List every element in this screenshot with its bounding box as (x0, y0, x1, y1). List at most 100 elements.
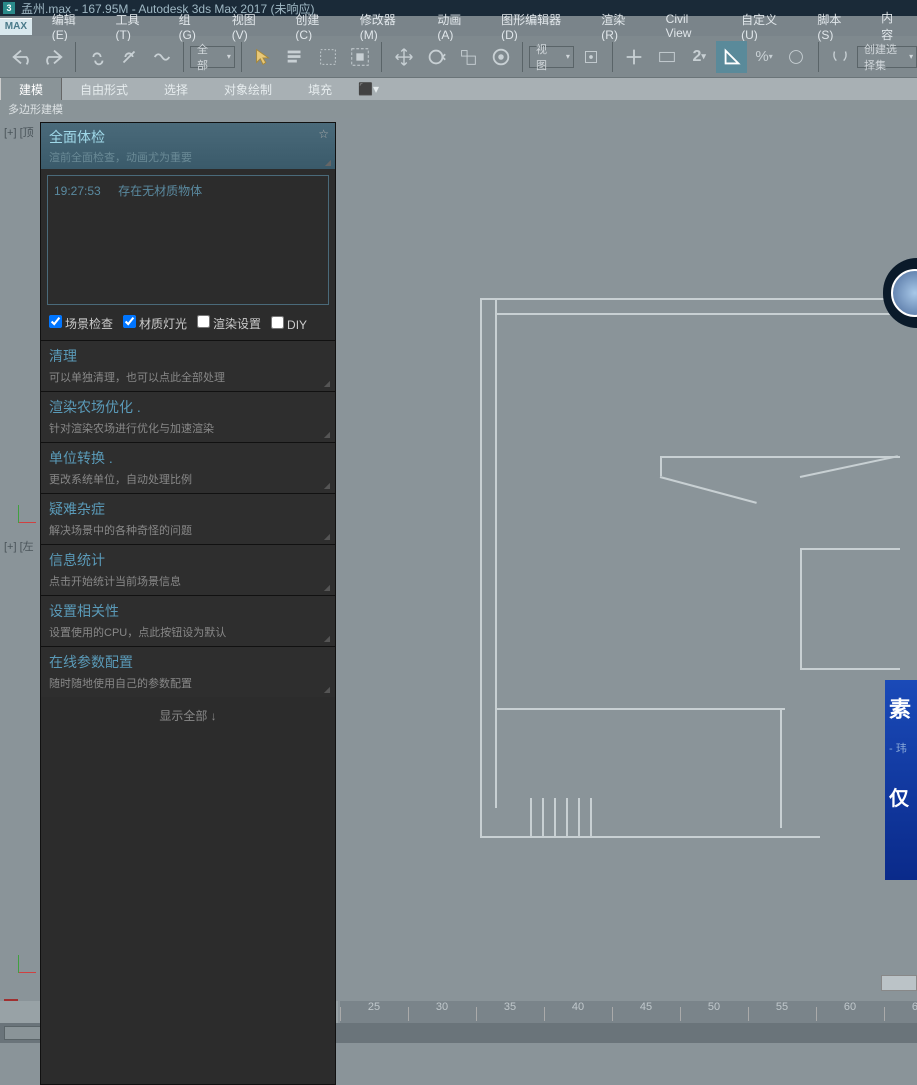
expand-triangle-icon: ◢ (324, 430, 330, 439)
section-stats[interactable]: 信息统计 点击开始统计当前场景信息 ◢ (41, 544, 335, 595)
main-toolbar: 全部 视图 2▾ %▾ 创建选择集 (0, 36, 917, 78)
menu-animation[interactable]: 动画(A) (425, 11, 489, 42)
log-output: 19:27:53 存在无材质物体 (47, 175, 329, 305)
select-manipulate-button[interactable] (619, 41, 649, 73)
ribbon-tabs: 建模 自由形式 选择 对象绘制 填充 ⬛▾ (0, 78, 917, 100)
use-pivot-center-button[interactable] (576, 41, 606, 73)
section-desc: 随时随地使用自己的参数配置 (49, 675, 327, 691)
ribbon-tab-object-paint[interactable]: 对象绘制 (206, 78, 290, 100)
ruler-tick: 30 (408, 1001, 476, 1023)
keyboard-shortcut-button[interactable] (652, 41, 682, 73)
check-scene-box[interactable] (49, 315, 62, 328)
menu-modifiers[interactable]: 修改器(M) (348, 11, 426, 42)
menu-civil-view[interactable]: Civil View (654, 12, 729, 40)
promo-text-1: 素 (889, 692, 913, 724)
time-ruler[interactable]: 25 30 35 40 45 50 55 60 65 (340, 1001, 917, 1023)
bind-space-warp-button[interactable] (147, 41, 177, 73)
section-title: 设置相关性 (49, 601, 327, 621)
menu-customize[interactable]: 自定义(U) (729, 11, 805, 42)
undo-button[interactable] (6, 41, 36, 73)
ribbon-tab-freeform[interactable]: 自由形式 (62, 78, 146, 100)
select-move-button[interactable] (388, 41, 418, 73)
redo-button[interactable] (38, 41, 68, 73)
menu-graph-editors[interactable]: 图形编辑器(D) (489, 11, 589, 42)
expand-triangle-icon: ◢ (324, 481, 330, 490)
angle-snap-button[interactable] (716, 41, 746, 73)
menu-content[interactable]: 内容 (869, 9, 917, 43)
panel-header-full-check[interactable]: 全面体检 渲前全面检查，动画尤为重要 ☆ ◢ (41, 123, 335, 169)
menu-edit[interactable]: 编辑(E) (40, 11, 104, 42)
select-scale-button[interactable] (453, 41, 483, 73)
section-desc: 解决场景中的各种奇怪的问题 (49, 522, 327, 538)
menu-tools[interactable]: 工具(T) (104, 11, 167, 42)
section-troubleshoot[interactable]: 疑难杂症 解决场景中的各种奇怪的问题 ◢ (41, 493, 335, 544)
menu-create[interactable]: 创建(C) (283, 11, 347, 42)
section-title: 在线参数配置 (49, 652, 327, 672)
panel-empty-area (41, 734, 335, 1084)
ruler-tick: 25 (340, 1001, 408, 1023)
check-diy-box[interactable] (271, 316, 284, 329)
check-render[interactable]: 渲染设置 (197, 315, 261, 332)
named-selection-dropdown[interactable]: 创建选择集 (857, 46, 917, 68)
selection-filter-dropdown[interactable]: 全部 (190, 46, 235, 68)
ruler-tick: 55 (748, 1001, 816, 1023)
select-region-button[interactable] (313, 41, 343, 73)
promo-banner[interactable]: 素 - 玮 仅 (885, 680, 917, 880)
expand-triangle-icon: ◢ (324, 634, 330, 643)
viewport-label-left[interactable]: [+] [左 (4, 538, 34, 554)
reference-coord-dropdown[interactable]: 视图 (529, 46, 574, 68)
horizontal-scrollbar[interactable] (881, 975, 917, 991)
link-button[interactable] (82, 41, 112, 73)
ribbon-tab-populate[interactable]: 填充 (290, 78, 350, 100)
section-desc: 可以单独清理，也可以点此全部处理 (49, 369, 327, 385)
unlink-button[interactable] (114, 41, 144, 73)
favorite-star-icon[interactable]: ☆ (318, 127, 329, 141)
show-all-button[interactable]: 显示全部 ↓ (41, 697, 335, 734)
check-scene[interactable]: 场景检查 (49, 315, 113, 332)
section-online-params[interactable]: 在线参数配置 随时随地使用自己的参数配置 ◢ (41, 646, 335, 697)
check-diy[interactable]: DIY (271, 316, 307, 332)
promo-text-3: 仅 (889, 782, 913, 811)
section-desc: 点击开始统计当前场景信息 (49, 573, 327, 589)
select-object-button[interactable] (248, 41, 278, 73)
check-material-light[interactable]: 材质灯光 (123, 315, 187, 332)
ribbon-tab-selection[interactable]: 选择 (146, 78, 206, 100)
section-renderfarm[interactable]: 渲染农场优化 . 针对渲染农场进行优化与加速渲染 ◢ (41, 391, 335, 442)
panel-subtitle: 渲前全面检查，动画尤为重要 (49, 149, 327, 165)
ruler-tick: 60 (816, 1001, 884, 1023)
ruler-tick: 40 (544, 1001, 612, 1023)
ribbon-tab-dropdown-icon[interactable]: ⬛▾ (350, 78, 387, 100)
menu-bar: MAX 编辑(E) 工具(T) 组(G) 视图(V) 创建(C) 修改器(M) … (0, 16, 917, 36)
avatar-image (891, 269, 917, 317)
section-desc: 针对渲染农场进行优化与加速渲染 (49, 420, 327, 436)
select-place-button[interactable] (486, 41, 516, 73)
ribbon-tab-modeling[interactable]: 建模 (0, 78, 62, 100)
max-menu-button[interactable]: MAX (0, 18, 32, 35)
select-rotate-button[interactable] (421, 41, 451, 73)
section-title: 疑难杂症 (49, 499, 327, 519)
menu-group[interactable]: 组(G) (167, 11, 220, 42)
ruler-tick: 50 (680, 1001, 748, 1023)
section-units[interactable]: 单位转换 . 更改系统单位，自动处理比例 ◢ (41, 442, 335, 493)
percent-snap-button[interactable]: %▾ (749, 41, 779, 73)
edit-named-sel-button[interactable] (825, 41, 855, 73)
expand-triangle-icon: ◢ (324, 532, 330, 541)
section-settings[interactable]: 设置相关性 设置使用的CPU，点此按钮设为默认 ◢ (41, 595, 335, 646)
app-icon: 3 (3, 2, 15, 14)
section-title: 单位转换 . (49, 448, 327, 468)
check-material-box[interactable] (123, 315, 136, 328)
snap-toggle-button[interactable]: 2▾ (684, 41, 714, 73)
panel-title: 全面体检 (49, 127, 327, 147)
menu-rendering[interactable]: 渲染(R) (589, 11, 653, 42)
menu-view[interactable]: 视图(V) (220, 11, 284, 42)
spinner-snap-button[interactable] (781, 41, 811, 73)
window-crossing-button[interactable] (345, 41, 375, 73)
ruler-tick: 65 (884, 1001, 917, 1023)
viewport-label-top[interactable]: [+] [顶 (4, 124, 34, 140)
check-render-box[interactable] (197, 315, 210, 328)
menu-maxscript[interactable]: 脚本(S) (805, 11, 869, 42)
floorplan-geometry (480, 298, 900, 838)
ribbon-panel-label: 多边形建模 (0, 100, 917, 118)
section-cleanup[interactable]: 清理 可以单独清理，也可以点此全部处理 ◢ (41, 340, 335, 391)
select-by-name-button[interactable] (280, 41, 310, 73)
